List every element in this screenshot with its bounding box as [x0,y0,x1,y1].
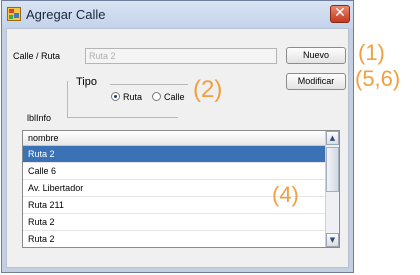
list-item[interactable]: Calle 6 [23,163,325,180]
annotation-1: (1) [358,40,385,65]
window-title: Agregar Calle [26,7,106,22]
radio-calle[interactable] [152,92,161,101]
scroll-up-icon: ▲ [329,134,336,142]
scrollbar-thumb[interactable] [326,147,339,192]
scroll-up-button[interactable]: ▲ [326,131,339,145]
annotation-5-6: (5,6) [355,66,401,91]
calle-ruta-input[interactable]: Ruta 2 [85,48,277,64]
groupbox-divider [110,84,188,85]
scroll-down-button[interactable]: ▼ [326,233,339,247]
close-icon: ✕ [334,5,346,21]
column-header-nombre[interactable]: nombre [23,131,325,146]
radio-ruta[interactable] [111,92,120,101]
vertical-scrollbar[interactable]: ▲ ▼ [325,131,339,247]
list-item[interactable]: Ruta 2 [23,231,325,247]
list-item[interactable]: Ruta 2 [23,146,325,163]
info-label: lblInfo [27,113,52,123]
annotation-2: (2) [193,76,223,103]
annotation-4: (4) [272,182,299,207]
close-button[interactable]: ✕ [330,5,350,23]
list-item[interactable]: Ruta 2 [23,214,325,231]
calle-ruta-label: Calle / Ruta [13,51,61,61]
app-icon [7,7,21,21]
tipo-label: Tipo [74,76,99,88]
scroll-down-icon: ▼ [329,236,336,244]
modificar-button[interactable]: Modificar [286,73,346,90]
nuevo-button[interactable]: Nuevo [286,47,346,64]
radio-calle-label[interactable]: Calle [164,92,185,102]
radio-ruta-label[interactable]: Ruta [123,92,142,102]
title-bar: Agregar Calle ✕ [2,1,353,28]
